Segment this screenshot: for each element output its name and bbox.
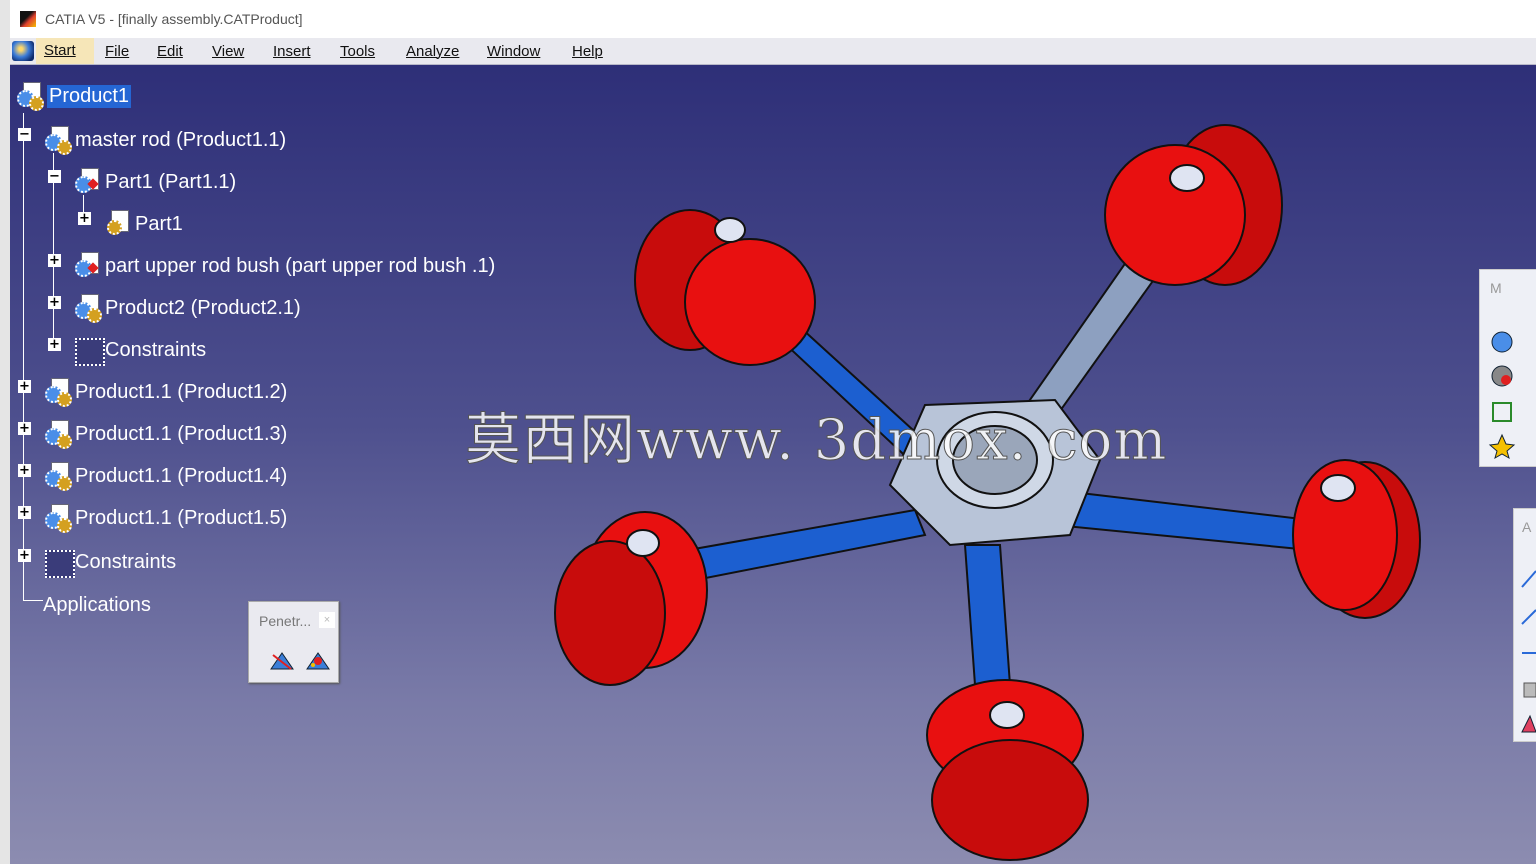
watermark: 莫西网www. 3dmox. com [464, 408, 1168, 474]
constraint-tool-icon[interactable] [1520, 712, 1536, 736]
menu-insert[interactable]: Insert [273, 43, 311, 60]
menu-view[interactable]: View [212, 43, 244, 60]
window-title: CATIA V5 - [finally assembly.CATProduct] [45, 11, 303, 27]
constraints-icon [43, 548, 75, 578]
right-toolbar-mid[interactable]: A [1513, 508, 1536, 742]
tree-label: Part1 (Part1.1) [105, 170, 237, 193]
menu-tools[interactable]: Tools [340, 43, 375, 60]
tree-label: Product1.1 (Product1.2) [75, 380, 288, 403]
piston-bottom [926, 679, 1089, 861]
menu-start[interactable]: Start [36, 38, 94, 64]
piston-upper-right [1104, 124, 1283, 286]
tree-node[interactable]: Part1 (Part1.1) [73, 168, 237, 196]
expand-icon[interactable]: + [18, 422, 31, 435]
part-body-icon [103, 210, 131, 238]
tree-label: part upper rod bush (part upper rod bush… [105, 254, 496, 277]
tree-label: Product1.1 (Product1.3) [75, 422, 288, 445]
tree-node[interactable]: master rod (Product1.1) [43, 126, 287, 155]
tree-label[interactable]: Product1 [47, 84, 132, 108]
part-icon [73, 252, 101, 280]
tree-label: Product1.1 (Product1.5) [75, 506, 288, 529]
part-icon [73, 168, 101, 196]
tree-label: master rod (Product1.1) [75, 128, 287, 151]
expand-icon[interactable]: + [48, 296, 61, 309]
expand-icon[interactable]: + [18, 380, 31, 393]
right-toolbar-top[interactable]: M [1479, 269, 1536, 467]
constraint-tool-icon[interactable] [1520, 604, 1536, 628]
product-icon [15, 82, 44, 111]
tree-label: Constraints [105, 338, 207, 361]
title-bar: CATIA V5 - [finally assembly.CATProduct] [0, 0, 1536, 39]
expand-icon[interactable]: + [18, 506, 31, 519]
tree-node[interactable]: Product2 (Product2.1) [73, 294, 301, 323]
tree-branch [23, 600, 43, 601]
menu-bar: Start File Edit View Insert Tools Analyz… [10, 38, 1536, 65]
piston-right [1292, 459, 1421, 619]
tree-label: Applications [43, 593, 151, 616]
piston-upper-left [634, 209, 816, 366]
penetration-section-icon[interactable] [305, 649, 331, 673]
tree-node[interactable]: Product1.1 (Product1.4) [43, 462, 288, 491]
tree-node[interactable]: Product1.1 (Product1.3) [43, 420, 288, 449]
product-icon [43, 378, 72, 407]
tree-node[interactable]: Part1 [103, 210, 183, 238]
menu-help[interactable]: Help [572, 43, 603, 60]
product-icon [43, 462, 72, 491]
expand-icon[interactable]: + [48, 338, 61, 351]
toolbar-title: A [1522, 519, 1532, 535]
penetration-check-icon[interactable] [269, 649, 295, 673]
product-icon [73, 294, 102, 323]
expand-icon[interactable]: + [18, 464, 31, 477]
tree-node[interactable]: Product1.1 (Product1.5) [43, 504, 288, 533]
tree-node[interactable]: Constraints [73, 336, 207, 366]
toolbar-title: M [1490, 280, 1502, 296]
constraints-icon [73, 336, 105, 366]
tree-node-applications[interactable]: Applications [43, 592, 151, 618]
menu-file[interactable]: File [105, 43, 129, 60]
collapse-icon[interactable]: − [48, 170, 61, 183]
tree-node[interactable]: Constraints [43, 548, 177, 578]
fix-constraint-icon[interactable] [1488, 398, 1516, 426]
tree-label: Product2 (Product2.1) [105, 296, 301, 319]
piston-left [554, 511, 708, 686]
tree-node-root[interactable]: Product1 [15, 82, 132, 111]
menu-edit[interactable]: Edit [157, 43, 183, 60]
rod-right [1054, 488, 1311, 552]
constraint-tool-icon[interactable] [1520, 641, 1536, 665]
tree-label: Product1.1 (Product1.4) [75, 464, 288, 487]
assembly-tool-icon[interactable] [1488, 328, 1516, 356]
product-icon [43, 126, 72, 155]
3d-viewport[interactable]: 莫西网www. 3dmox. com Product1 − master rod… [10, 65, 1536, 864]
constraint-tool-icon[interactable] [1520, 567, 1536, 591]
window-left-edge [0, 0, 10, 864]
replace-component-icon[interactable] [1488, 362, 1516, 390]
tree-node[interactable]: Product1.1 (Product1.2) [43, 378, 288, 407]
rod-bottom [963, 544, 1012, 686]
expand-icon[interactable]: + [18, 549, 31, 562]
tree-label: Constraints [75, 550, 177, 573]
menu-analyze[interactable]: Analyze [406, 43, 459, 60]
constraint-tool-icon[interactable] [1520, 679, 1536, 703]
product-icon [43, 420, 72, 449]
penetration-toolbar[interactable]: Penetr... × [248, 601, 339, 683]
product-icon [43, 504, 72, 533]
tree-label: Part1 [135, 212, 183, 235]
expand-icon[interactable]: + [48, 254, 61, 267]
smart-move-icon[interactable] [1488, 432, 1516, 460]
tree-trunk [23, 113, 24, 600]
expand-icon[interactable]: + [78, 212, 91, 225]
toolbar-title: Penetr... [259, 613, 312, 629]
collapse-icon[interactable]: − [18, 128, 31, 141]
catia-app-icon [20, 11, 36, 27]
close-icon[interactable]: × [319, 612, 335, 628]
tree-node[interactable]: part upper rod bush (part upper rod bush… [73, 252, 496, 280]
start-menu-icon[interactable] [12, 41, 34, 61]
menu-window[interactable]: Window [487, 43, 540, 60]
